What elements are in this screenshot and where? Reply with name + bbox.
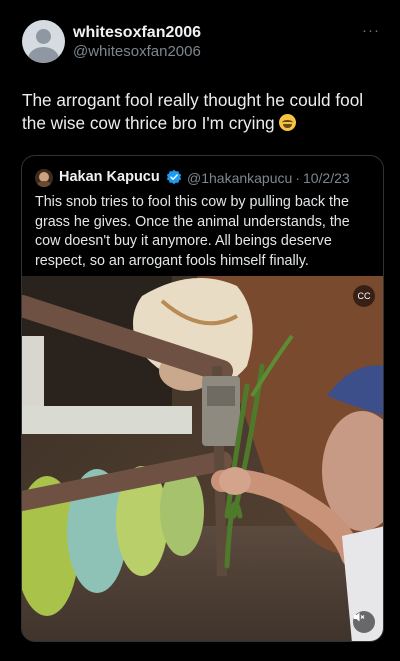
quoted-tweet-date: 10/2/23 [302, 170, 350, 186]
quoted-tweet[interactable]: Hakan Kapucu @1hakankapucu · 10/2/23 This … [21, 155, 384, 642]
more-options-icon[interactable]: ··· [362, 22, 380, 39]
author-display-name[interactable]: whitesoxfan2006 [73, 24, 201, 42]
tweet: whitesoxfan2006 @whitesoxfan2006 ··· The… [0, 0, 400, 661]
tweet-text-content: The arrogant fool really thought he coul… [22, 90, 364, 133]
meta-separator: · [295, 170, 300, 186]
quoted-author-name: Hakan Kapucu [59, 169, 160, 185]
speaker-muted-icon[interactable] [353, 611, 375, 633]
video-frame [22, 276, 383, 641]
default-avatar-head [36, 29, 51, 44]
author-handle[interactable]: @whitesoxfan2006 [73, 43, 201, 60]
video-player[interactable]: CC [22, 276, 383, 641]
default-avatar-body [28, 47, 59, 63]
captions-label: CC [357, 291, 371, 301]
tears-of-joy-emoji-icon [279, 114, 297, 131]
quoted-tweet-text: This snob tries to fool this cow by pull… [35, 194, 350, 269]
tweet-text: The arrogant fool really thought he coul… [22, 89, 382, 135]
user-avatar[interactable] [22, 20, 65, 63]
captions-icon[interactable]: CC [353, 285, 375, 307]
quoted-author-handle: @1hakankapucu [187, 170, 293, 186]
quoted-author-meta: @1hakankapucu · 10/2/23 [187, 170, 350, 186]
speaker-glyph-icon [354, 612, 365, 622]
quoted-author-avatar [35, 169, 53, 187]
verified-badge-icon [166, 169, 182, 185]
